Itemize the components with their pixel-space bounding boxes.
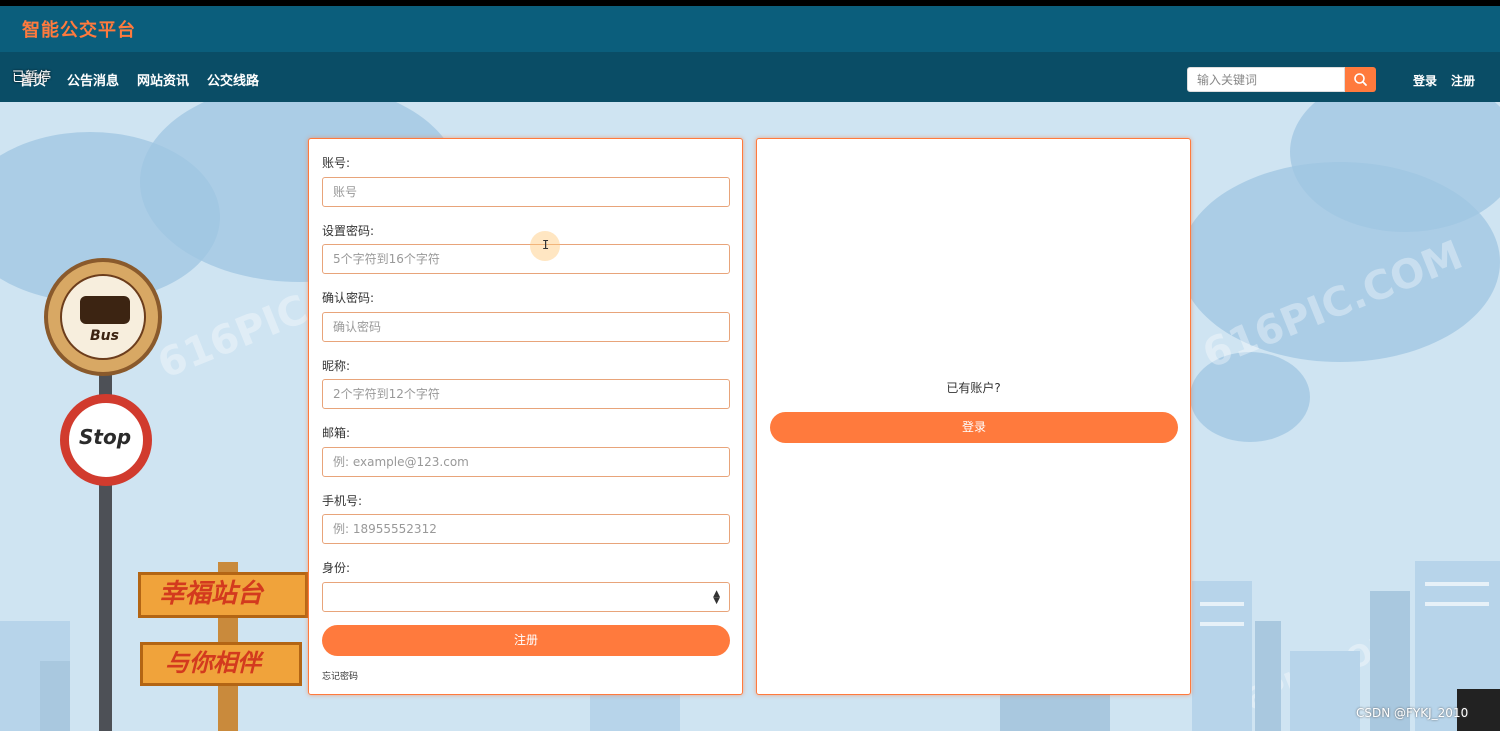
text-cursor-icon: I	[542, 238, 550, 252]
brand-bar: 智能公交平台	[0, 6, 1500, 52]
bus-sign-face: Bus	[60, 274, 146, 360]
select-arrows-icon: ▲ ▼	[713, 589, 720, 606]
identity-select[interactable]: ▲ ▼	[322, 582, 730, 612]
login-link[interactable]: 登录	[1413, 72, 1437, 89]
bus-icon	[80, 296, 130, 324]
has-account-text: 已有账户?	[946, 381, 1001, 395]
background-scene: 616PIC.COM 616PIC.COM 616PIC.COM Bus Sto…	[0, 102, 1500, 731]
nav-bar: 首页 已暂停 公告消息 网站资讯 公交线路 登录 注册	[0, 52, 1500, 102]
nickname-input[interactable]	[322, 379, 730, 409]
bus-sign-icon: Bus	[44, 258, 162, 376]
account-label: 账号:	[322, 156, 351, 170]
building-window	[1200, 622, 1244, 626]
bus-sign-text: Bus	[90, 328, 119, 344]
nav-item-bus-routes[interactable]: 公交线路	[207, 70, 259, 89]
identity-label: 身份:	[322, 561, 351, 575]
sign-board-bottom: 与你相伴	[140, 642, 302, 686]
password-input[interactable]	[322, 244, 730, 274]
stop-sign-text: Stop	[79, 425, 132, 449]
phone-input[interactable]	[322, 514, 730, 544]
paused-overlay: 已暂停	[12, 70, 52, 85]
login-panel: 已有账户? 登录	[756, 138, 1191, 695]
building-window	[1425, 582, 1489, 586]
sign-board-top: 幸福站台	[138, 572, 308, 618]
register-panel: 账号: 设置密码: 确认密码: 昵称: 邮箱: 手机号: 身份: ▲▼ 注册 忘…	[308, 138, 743, 695]
confirm-password-input[interactable]	[322, 312, 730, 342]
building-window	[1200, 602, 1244, 606]
csdn-watermark: CSDN @FYKJ_2010	[1356, 706, 1469, 720]
nickname-label: 昵称:	[322, 359, 351, 373]
stop-sign-icon: Stop	[60, 394, 152, 486]
register-link[interactable]: 注册	[1451, 72, 1475, 89]
building	[1255, 621, 1281, 731]
search-icon	[1354, 73, 1367, 86]
phone-label: 手机号:	[322, 494, 363, 508]
building	[1000, 695, 1110, 731]
email-input[interactable]	[322, 447, 730, 477]
forgot-password-link[interactable]: 忘记密码	[322, 669, 358, 682]
nav-item-news[interactable]: 网站资讯	[137, 70, 189, 89]
building	[1290, 651, 1360, 731]
password-label: 设置密码:	[322, 224, 375, 238]
login-button[interactable]: 登录	[770, 412, 1178, 443]
email-label: 邮箱:	[322, 426, 351, 440]
site-title[interactable]: 智能公交平台	[22, 16, 136, 42]
account-input[interactable]	[322, 177, 730, 207]
building-window	[1425, 602, 1489, 606]
confirm-password-label: 确认密码:	[322, 291, 375, 305]
search-button[interactable]	[1345, 67, 1376, 92]
nav-item-announcements[interactable]: 公告消息	[67, 70, 119, 89]
building	[590, 695, 680, 731]
building	[40, 661, 70, 731]
register-button[interactable]: 注册	[322, 625, 730, 656]
search-input[interactable]	[1187, 67, 1345, 92]
